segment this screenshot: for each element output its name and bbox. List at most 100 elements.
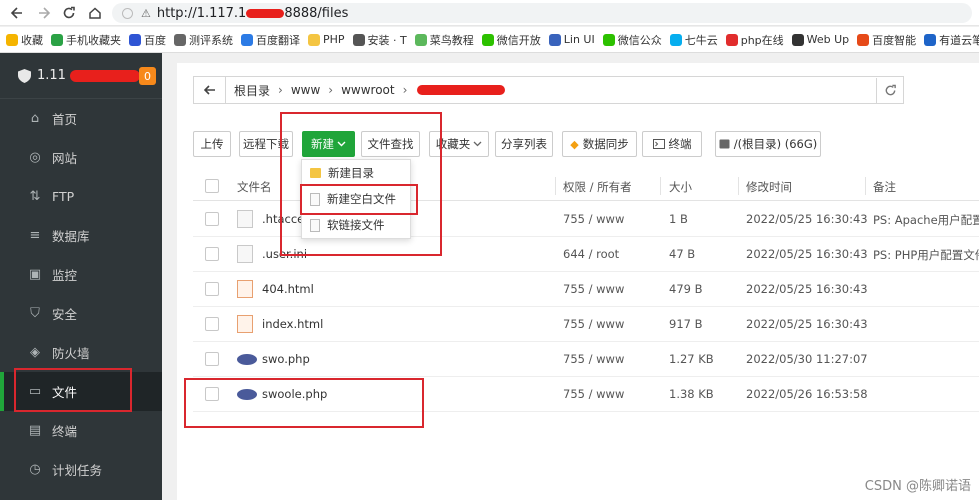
chevron-down-icon bbox=[337, 141, 346, 147]
file-name[interactable]: swo.php bbox=[262, 352, 310, 366]
file-search-button[interactable]: 文件查找 bbox=[361, 131, 420, 157]
table-row[interactable]: 404.html 755 / www 479 B 2022/05/25 16:30:4… bbox=[193, 272, 979, 307]
sidebar-item-5[interactable]: ⛉ 安全 bbox=[0, 294, 162, 333]
bookmark-item[interactable]: php在线 bbox=[725, 32, 784, 48]
bookmark-item[interactable]: 手机收藏夹 bbox=[51, 32, 121, 48]
header-permission[interactable]: 权限 / 所有者 bbox=[563, 179, 632, 195]
data-sync-button[interactable]: ◆ 数据同步 bbox=[562, 131, 637, 157]
terminal-button[interactable]: 终端 bbox=[642, 131, 702, 157]
bookmark-item[interactable]: 微信开放 bbox=[481, 32, 541, 48]
upload-button[interactable]: 上传 bbox=[193, 131, 231, 157]
share-list-button[interactable]: 分享列表 bbox=[495, 131, 553, 157]
header-size[interactable]: 大小 bbox=[669, 179, 692, 195]
bookmark-item[interactable]: Web Up bbox=[791, 33, 849, 46]
mobile-icon bbox=[51, 33, 63, 46]
bookmark-item[interactable]: PHP bbox=[308, 33, 345, 46]
row-checkbox[interactable] bbox=[205, 247, 219, 261]
linui-icon bbox=[548, 33, 561, 46]
bookmark-item[interactable]: 百度 bbox=[129, 32, 166, 48]
sidebar-item-3[interactable]: ≡ 数据库 bbox=[0, 216, 162, 255]
row-checkbox[interactable] bbox=[205, 352, 219, 366]
diamond-icon: ◆ bbox=[570, 137, 579, 151]
file-name[interactable]: index.html bbox=[262, 317, 323, 331]
breadcrumb: 根目录 › www › wwwroot › bbox=[193, 76, 904, 104]
sidebar-menu: ⌂ 首页 ◎ 网站 ⇅ FTP ≡ 数据库 ▣ 监控 ⛉ 安全 ◈ 防火墙 ▭ 文件 ▤ 终端 ◷ 计划任务 bbox=[0, 99, 162, 489]
ftp-icon: ⇅ bbox=[29, 189, 41, 204]
file-name[interactable]: .user.ini bbox=[262, 247, 307, 261]
sidebar-item-label: 网站 bbox=[52, 151, 78, 166]
sidebar-item-2[interactable]: ⇅ FTP bbox=[0, 177, 162, 216]
refresh-button[interactable] bbox=[876, 78, 903, 103]
sidebar-item-label: 文件 bbox=[52, 385, 78, 400]
row-checkbox[interactable] bbox=[205, 282, 219, 296]
sidebar-item-6[interactable]: ◈ 防火墙 bbox=[0, 333, 162, 372]
home-icon[interactable] bbox=[84, 2, 106, 24]
bookmark-item[interactable]: Lin UI bbox=[548, 33, 595, 46]
reload-icon[interactable] bbox=[58, 2, 80, 24]
sidebar-item-1[interactable]: ◎ 网站 bbox=[0, 138, 162, 177]
qiniu-icon bbox=[669, 33, 682, 46]
header-filename[interactable]: 文件名 bbox=[237, 179, 272, 195]
new-button-label: 新建 bbox=[311, 137, 334, 151]
globe-icon bbox=[174, 33, 186, 46]
new-folder-item[interactable]: 新建目录 bbox=[302, 160, 410, 186]
header-mtime[interactable]: 修改时间 bbox=[746, 179, 792, 195]
bookmark-item[interactable]: 微信公众 bbox=[602, 32, 662, 48]
bookmark-item[interactable]: 收藏 bbox=[6, 32, 43, 48]
disk-button[interactable]: /(根目录) (66G) bbox=[715, 131, 821, 157]
url-text: http://1.117.1 8888/files bbox=[157, 6, 349, 21]
back-dir-button[interactable] bbox=[194, 77, 226, 103]
bookmark-item[interactable]: 菜鸟教程 bbox=[414, 32, 474, 48]
bookmark-item[interactable]: 有道云笔 bbox=[924, 32, 979, 48]
baidu-ai-icon bbox=[857, 33, 870, 46]
forward-arrow-icon[interactable] bbox=[33, 2, 55, 24]
sidebar-item-7[interactable]: ▭ 文件 bbox=[0, 372, 162, 411]
breadcrumb-wwwroot[interactable]: wwwroot bbox=[341, 83, 395, 97]
bookmark-label: 菜鸟教程 bbox=[429, 33, 474, 47]
row-checkbox[interactable] bbox=[205, 212, 219, 226]
bookmark-label: 收藏 bbox=[21, 33, 43, 47]
new-blank-file-label: 新建空白文件 bbox=[327, 192, 396, 206]
file-name[interactable]: swoole.php bbox=[262, 387, 327, 401]
new-blank-file-item[interactable]: 新建空白文件 bbox=[302, 186, 410, 212]
file-mtime: 2022/05/25 16:30:43 bbox=[746, 247, 868, 261]
bookmark-item[interactable]: 测评系统 bbox=[174, 32, 233, 48]
breadcrumb-root[interactable]: 根目录 bbox=[234, 82, 270, 99]
breadcrumb-www[interactable]: www bbox=[291, 83, 320, 97]
column-divider bbox=[660, 177, 661, 195]
table-row[interactable]: swoole.php 755 / www 1.38 KB 2022/05/26 16:… bbox=[193, 377, 979, 412]
clock-icon: ◷ bbox=[29, 462, 41, 477]
row-checkbox[interactable] bbox=[205, 387, 219, 401]
bookmark-item[interactable]: 百度翻译 bbox=[241, 32, 300, 48]
back-arrow-icon[interactable] bbox=[6, 2, 28, 24]
monitor-icon: ▣ bbox=[28, 267, 42, 282]
table-row[interactable]: swo.php 755 / www 1.27 KB 2022/05/30 11:27:… bbox=[193, 342, 979, 377]
favorites-button[interactable]: 收藏夹 bbox=[429, 131, 489, 157]
bookmark-item[interactable]: 七牛云 bbox=[669, 32, 718, 48]
sidebar-header: 1.11 0 bbox=[0, 53, 162, 99]
browser-toolbar: ⚠ http://1.117.1 8888/files bbox=[0, 0, 979, 26]
row-checkbox[interactable] bbox=[205, 317, 219, 331]
sidebar-item-0[interactable]: ⌂ 首页 bbox=[0, 99, 162, 138]
symlink-file-item[interactable]: 软链接文件 bbox=[302, 212, 410, 238]
bookmark-item[interactable]: 百度智能 bbox=[857, 32, 916, 48]
bookmark-item[interactable]: 安装 · T bbox=[352, 32, 407, 48]
watermark: CSDN @陈卿诺语 bbox=[864, 479, 971, 494]
sidebar-item-8[interactable]: ▤ 终端 bbox=[0, 411, 162, 450]
select-all-checkbox[interactable] bbox=[205, 179, 219, 193]
table-row[interactable]: .user.ini 644 / root 47 B 2022/05/25 16:30:… bbox=[193, 237, 979, 272]
sidebar-item-9[interactable]: ◷ 计划任务 bbox=[0, 450, 162, 489]
new-button[interactable]: 新建 bbox=[302, 131, 355, 157]
file-name[interactable]: 404.html bbox=[262, 282, 314, 296]
notification-badge[interactable]: 0 bbox=[139, 67, 156, 85]
bookmark-label: 七牛云 bbox=[684, 33, 718, 47]
file-mtime: 2022/05/30 11:27:07 bbox=[746, 352, 868, 366]
bookmark-label: Lin UI bbox=[563, 33, 595, 46]
remote-download-button[interactable]: 远程下载 bbox=[239, 131, 293, 157]
address-bar[interactable]: ⚠ http://1.117.1 8888/files bbox=[112, 3, 972, 23]
data-sync-label: 数据同步 bbox=[582, 137, 629, 151]
table-row[interactable]: index.html 755 / www 917 B 2022/05/25 16:30… bbox=[193, 307, 979, 342]
sidebar-item-4[interactable]: ▣ 监控 bbox=[0, 255, 162, 294]
column-divider bbox=[555, 177, 556, 195]
site-info-icon[interactable] bbox=[122, 7, 133, 19]
